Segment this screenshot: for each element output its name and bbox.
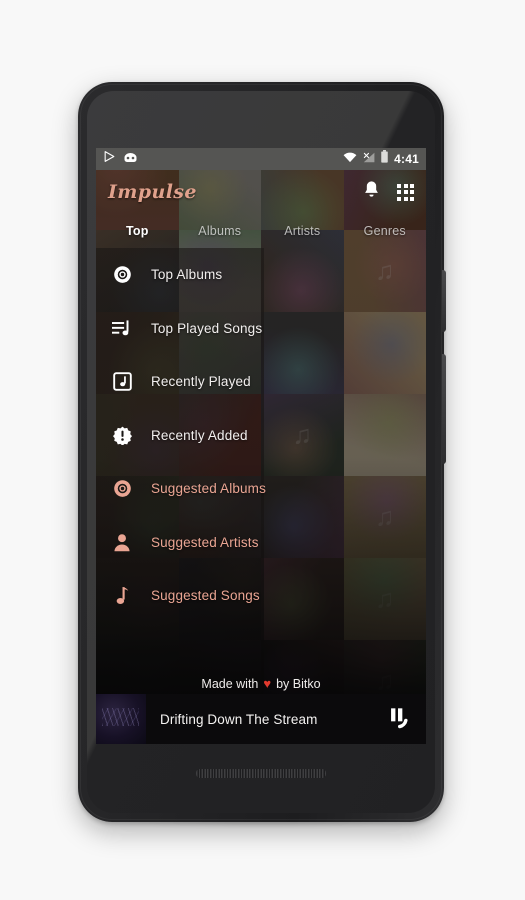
now-playing-controls [385,704,426,735]
vinyl-record-icon [107,479,137,498]
vinyl-record-icon [107,265,137,284]
play-store-icon [103,150,116,168]
drawer-item-label: Recently Added [151,427,248,443]
app-bar: Impulse [96,170,426,214]
drawer-item-suggested-songs[interactable]: Suggested Songs [96,569,406,623]
credit-prefix: Made with [201,676,259,691]
notifications-bell-icon[interactable] [363,180,380,204]
music-box-icon [107,372,137,392]
now-playing-bar[interactable]: Drifting Down The Stream [96,694,426,744]
tab-top[interactable]: Top [96,224,179,238]
tab-bar: Top Albums Artists Genres [96,214,426,248]
drawer-item-label: Suggested Albums [151,481,266,497]
drawer-item-label: Top Albums [151,267,223,283]
power-button[interactable] [442,270,446,332]
app-logo: Impulse [108,181,197,203]
drawer-item-label: Recently Played [151,374,251,390]
playlist-music-icon [107,319,137,338]
now-playing-title: Drifting Down The Stream [160,711,318,727]
drawer-item-label: Suggested Songs [151,588,260,604]
status-bar-right-icons: 4:41 [343,150,419,168]
person-icon [107,533,137,552]
music-note-icon [107,586,137,606]
drawer-item-label: Suggested Artists [151,534,259,550]
tab-genres[interactable]: Genres [344,224,427,238]
cellular-no-signal-icon [362,150,375,168]
wifi-icon [343,150,357,168]
now-playing-album-art[interactable] [96,694,146,744]
drawer-item-recently-played[interactable]: Recently Played [96,355,406,409]
phone-device: ♫♫♫♫♫ [78,82,446,822]
app-bar-actions [363,180,414,204]
status-bar-clock: 4:41 [394,152,419,166]
drawer-item-suggested-albums[interactable]: Suggested Albums [96,462,406,516]
phone-screen: ♫♫♫♫♫ [96,148,426,744]
pause-button[interactable] [385,704,411,735]
new-badge-icon [107,426,137,445]
heart-icon: ♥ [263,676,272,691]
drawer-item-top-played-songs[interactable]: Top Played Songs [96,302,406,356]
drawer-item-label: Top Played Songs [151,320,263,336]
screenshot-stage: ♫♫♫♫♫ [0,0,525,900]
drawer-item-top-albums[interactable]: Top Albums [96,248,406,302]
battery-icon [380,150,389,168]
drawer-menu-list: Top Albums Top Played Songs Recently Playe… [96,248,406,623]
status-bar: 4:41 [96,148,426,170]
drawer-item-recently-added[interactable]: Recently Added [96,409,406,463]
drawer-item-suggested-artists[interactable]: Suggested Artists [96,516,406,570]
tab-artists[interactable]: Artists [261,224,344,238]
status-bar-left-icons [103,150,138,168]
bottom-speaker-grille [196,769,326,778]
navigation-drawer: Top Albums Top Played Songs Recently Playe… [96,248,266,744]
credit-suffix: by Bitko [276,676,321,691]
apps-grid-icon[interactable] [397,183,414,201]
volume-button[interactable] [442,354,446,464]
tab-albums[interactable]: Albums [179,224,262,238]
credit-line: Made with ♥ by Bitko [96,676,426,691]
cyanogenmod-icon [123,150,138,168]
